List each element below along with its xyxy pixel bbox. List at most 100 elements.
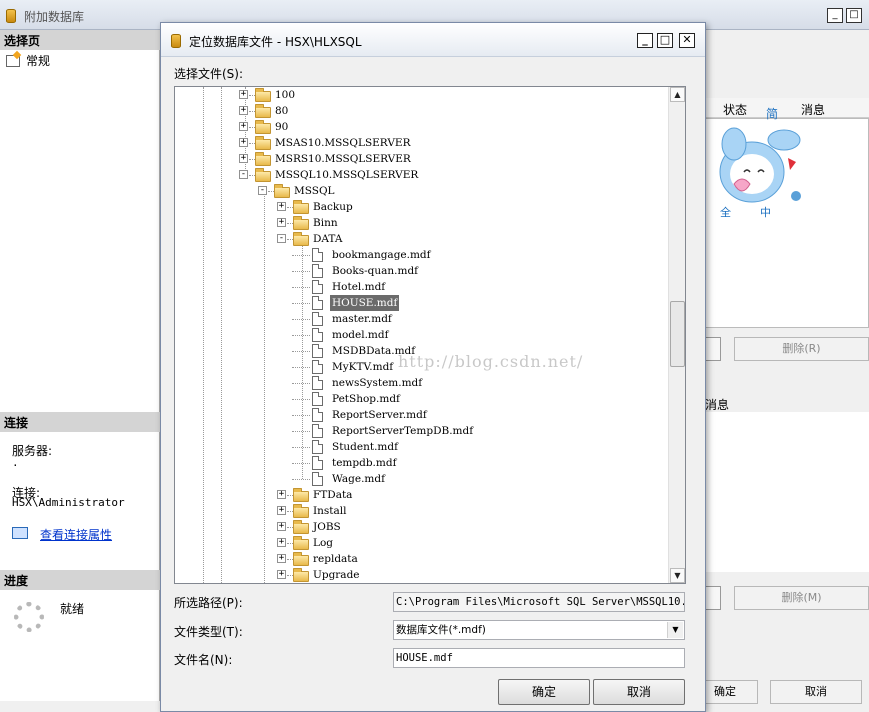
tree-guide-line [292,255,310,256]
tree-folder-item[interactable]: + JOBS [175,519,665,535]
details-header: 消息 [705,398,730,412]
tree-item-label: master.mdf [332,313,392,325]
scroll-up-icon[interactable]: ▲ [670,87,685,102]
folder-icon [255,152,271,166]
background-cancel-button[interactable]: 取消 [770,680,862,704]
expand-icon[interactable]: + [277,218,286,227]
expand-icon[interactable]: + [277,490,286,499]
expand-icon[interactable]: + [277,570,286,579]
file-type-select[interactable]: 数据库文件(*.mdf) ▼ [393,620,685,640]
maximize-icon[interactable]: □ [846,8,862,23]
tree-item-label: HOUSE.mdf [330,295,400,311]
cancel-button[interactable]: 取消 [593,679,685,705]
tree-file-item[interactable]: ReportServerTempDB.mdf [175,423,665,439]
folder-icon [293,520,309,534]
expand-icon[interactable]: + [277,506,286,515]
server-value: . [12,456,19,469]
expand-icon[interactable]: + [239,90,248,99]
tree-file-item[interactable]: ReportServer.mdf [175,407,665,423]
page-item-general[interactable]: 常规 [6,52,50,69]
tree-file-item[interactable]: Books-quan.mdf [175,263,665,279]
tree-folder-item[interactable]: + Binn [175,215,665,231]
expand-icon[interactable]: + [239,122,248,131]
tree-vertical-scrollbar[interactable]: ▲ ▼ [668,87,685,583]
file-icon [312,472,323,486]
tree-folder-item[interactable]: + Backup [175,199,665,215]
scroll-down-icon[interactable]: ▼ [670,568,685,583]
remove-button-r[interactable]: 删除(R) [734,337,869,361]
tree-item-label: MSSQL10.MSSQLSERVER [275,169,419,181]
background-window-title: 附加数据库 [24,10,85,24]
database-icon [171,34,181,48]
remove-button-m[interactable]: 删除(M) [734,586,869,610]
file-name-input[interactable]: HOUSE.mdf [393,648,685,668]
folder-icon [255,136,271,150]
minimize-icon[interactable]: _ [827,8,843,23]
background-ok-button[interactable]: 确定 [700,680,758,704]
folder-icon [255,168,271,182]
tree-folder-item[interactable]: +100 [175,87,665,103]
expand-icon[interactable]: + [239,138,248,147]
grid-partial-button[interactable] [705,337,721,361]
maximize-icon[interactable]: □ [657,33,673,48]
tree-file-item[interactable]: Hotel.mdf [175,279,665,295]
view-connection-properties-link[interactable]: 查看连接属性 [40,526,112,543]
minimize-icon[interactable]: _ [637,33,653,48]
tree-folder-item[interactable]: + Upgrade [175,567,665,583]
file-icon [312,296,323,310]
tree-item-label: ReportServer.mdf [332,409,427,421]
connection-header: 连接 [0,412,160,432]
expand-icon[interactable]: + [239,154,248,163]
file-icon [312,264,323,278]
tree-folder-item[interactable]: +80 [175,103,665,119]
collapse-icon[interactable]: - [277,234,286,243]
tree-file-item[interactable]: bookmangage.mdf [175,247,665,263]
tree-file-item[interactable]: PetShop.mdf [175,391,665,407]
tree-item-label: MyKTV.mdf [332,361,394,373]
expand-icon[interactable]: + [277,202,286,211]
expand-icon[interactable]: + [277,554,286,563]
tree-folder-item[interactable]: - MSSQL10.MSSQLSERVER [175,167,665,183]
tree-folder-item[interactable]: + Log [175,535,665,551]
dialog-title: 定位数据库文件 - HSX\HLXSQL [189,35,362,49]
expand-icon[interactable]: + [239,106,248,115]
selected-path-field[interactable]: C:\Program Files\Microsoft SQL Server\MS… [393,592,685,612]
tree-item-label: Hotel.mdf [332,281,386,293]
tree-file-item[interactable]: model.mdf [175,327,665,343]
file-icon [312,392,323,406]
tree-folder-item[interactable]: + Install [175,503,665,519]
tree-folder-item[interactable]: + MSRS10.MSSQLSERVER [175,151,665,167]
tree-file-item[interactable]: master.mdf [175,311,665,327]
folder-icon [293,536,309,550]
tree-file-item[interactable]: Wage.mdf [175,471,665,487]
tree-file-item[interactable]: newsSystem.mdf [175,375,665,391]
tree-guide-line [292,303,310,304]
collapse-icon[interactable]: - [258,186,267,195]
tree-item-label: FTData [313,489,353,501]
tree-guide-line [292,463,310,464]
file-tree[interactable]: +100 +80 +90 + MSAS10.MSSQLSERVER + MSRS10.MSS… [174,86,686,584]
close-icon[interactable]: ✕ [679,33,695,48]
tree-folder-item[interactable]: + MSAS10.MSSQLSERVER [175,135,665,151]
scroll-thumb[interactable] [670,301,685,367]
chevron-down-icon[interactable]: ▼ [667,622,683,638]
tree-file-item[interactable]: HOUSE.mdf [175,295,665,311]
tree-item-label: Backup [313,201,353,213]
details-grid [705,412,869,572]
tree-folder-item[interactable]: +90 [175,119,665,135]
tree-item-label: tempdb.mdf [332,457,397,469]
tree-folder-item[interactable]: - DATA [175,231,665,247]
tree-file-item[interactable]: Student.mdf [175,439,665,455]
details-partial-button[interactable] [705,586,721,610]
tree-folder-item[interactable]: + repldata [175,551,665,567]
tree-folder-item[interactable]: - MSSQL [175,183,665,199]
expand-icon[interactable]: + [277,522,286,531]
collapse-icon[interactable]: - [239,170,248,179]
tree-folder-item[interactable]: + FTData [175,487,665,503]
expand-icon[interactable]: + [277,538,286,547]
tree-file-item[interactable]: tempdb.mdf [175,455,665,471]
ok-button[interactable]: 确定 [498,679,590,705]
tree-item-label: DATA [313,233,343,245]
tree-guide-line [292,415,310,416]
progress-header: 进度 [0,570,160,590]
